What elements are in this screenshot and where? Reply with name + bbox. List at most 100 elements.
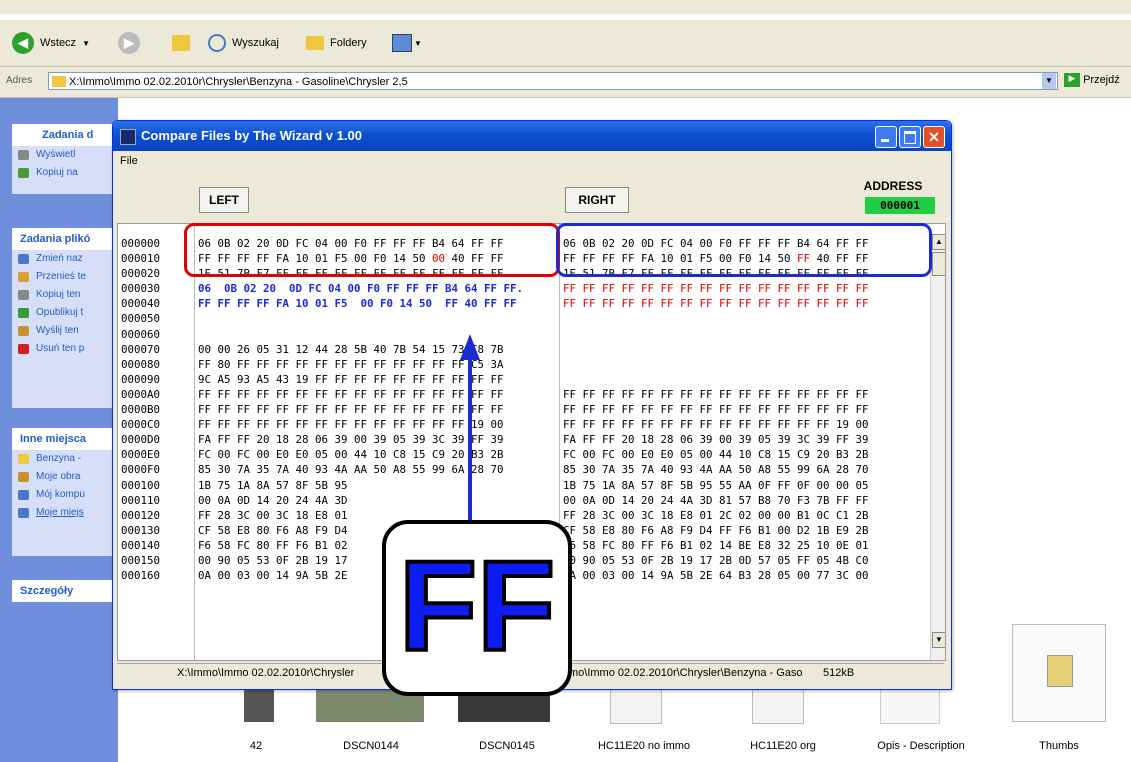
task-item-label: Benzyna - (36, 453, 82, 464)
address-value: X:\Immo\Immo 02.02.2010r\Chrysler\Benzyn… (69, 76, 408, 88)
offset-cell: 0000D0 (121, 433, 161, 447)
right-hex-row: FF FF FF FF FF FF FF FF FF FF FF FF FF F… (563, 403, 869, 417)
task-item[interactable]: Opublikuj t (12, 304, 118, 322)
folders-icon (306, 36, 324, 50)
right-hex-row: 00 0A 0D 14 20 24 4A 3D 81 57 B8 70 F3 7… (563, 493, 869, 507)
left-hex-row (198, 311, 523, 326)
left-hex-row: 06 0B 02 20 0D FC 04 00 F0 FF FF FF B4 6… (198, 282, 524, 296)
right-hex-row: 85 30 7A 35 7A 40 93 4A AA 50 A8 55 99 6… (563, 463, 869, 477)
back-label: Wstecz (40, 37, 77, 49)
address-input[interactable]: X:\Immo\Immo 02.02.2010r\Chrysler\Benzyn… (48, 72, 1058, 90)
offset-cell: 000130 (121, 523, 161, 537)
right-hex-column: 06 0B 02 20 0D FC 04 00 F0 FF FF FF B4 6… (563, 236, 869, 583)
folders-button[interactable]: Foldery (306, 32, 367, 54)
task-item[interactable]: Moje miejs (12, 504, 118, 522)
task-item[interactable]: Przenieś te (12, 268, 118, 286)
offset-cell: 000080 (121, 357, 161, 371)
right-hex-row (563, 342, 869, 357)
arrow-up-icon (460, 334, 480, 534)
task-item[interactable]: Zmień naz (12, 250, 118, 268)
offset-cell: 000160 (121, 569, 161, 583)
offset-cell: 000020 (121, 267, 161, 281)
task-item[interactable]: Benzyna - (12, 450, 118, 468)
tasks-box-3-title: Inne miejsca (12, 428, 118, 450)
search-icon (208, 34, 226, 52)
scroll-up-arrow-icon[interactable]: ▲ (932, 234, 945, 250)
task-item[interactable]: Moje obra (12, 468, 118, 486)
details-box[interactable]: Szczegóły (12, 580, 118, 602)
left-button[interactable]: LEFT (199, 187, 249, 213)
offset-cell: 0000C0 (121, 418, 161, 432)
vertical-scrollbar[interactable]: ▲ ▼ (930, 234, 945, 660)
window-menubar: File (113, 152, 951, 170)
task-pane: Zadania d Wyświetl Kopiuj na Zadania pli… (0, 98, 118, 762)
scroll-thumb[interactable] (932, 252, 945, 276)
up-folder-icon (172, 35, 190, 51)
file-label: Opis - Description (877, 740, 965, 752)
file-label: Thumbs (1039, 740, 1079, 752)
thumbs-db-icon[interactable] (1012, 624, 1106, 722)
offset-cell: 000000 (121, 237, 161, 250)
offset-cell: 000040 (121, 297, 161, 311)
address-label: ADDRESS (863, 179, 923, 193)
tasks-box-3: Inne miejsca Benzyna - Moje obra Mój kom… (12, 428, 118, 556)
task-item[interactable]: Mój kompu (12, 486, 118, 504)
close-icon: ✕ (928, 129, 940, 145)
file-label: HC11E20 org (750, 740, 816, 752)
right-hex-row: 00 90 05 53 0F 2B 19 17 2B 0D 57 05 FF 0… (563, 553, 869, 567)
right-hex-row: FC 00 FC 00 E0 E0 05 00 44 10 C8 15 C9 2… (563, 448, 869, 462)
task-item[interactable]: Wyślij ten (12, 322, 118, 340)
task-item-label: Zmień naz (36, 253, 83, 264)
task-item-label: Wyświetl (36, 149, 76, 160)
offset-cell: 0000F0 (121, 463, 161, 477)
maximize-button[interactable] (899, 126, 921, 148)
back-button[interactable]: ◀ Wstecz ▼ (12, 32, 90, 54)
scroll-down-arrow-icon[interactable]: ▼ (932, 632, 945, 648)
offset-cell: 000010 (121, 252, 161, 266)
views-icon (392, 34, 412, 52)
window-titlebar[interactable]: Compare Files by The Wizard v 1.00 ✕ (113, 121, 951, 151)
right-hex-row: FF FF FF FF FF FF FF FF FF FF FF FF FF F… (563, 297, 869, 311)
tasks-box-2: Zadania plikó Zmień naz Przenieś te Kopi… (12, 228, 118, 408)
go-button[interactable]: ▶ Przejdź (1064, 73, 1120, 87)
right-hex-row (563, 311, 869, 326)
task-item-label: Wyślij ten (36, 325, 79, 336)
task-item-label: Moje miejs (36, 507, 84, 518)
offset-cell: 000060 (121, 327, 161, 341)
left-hex-row: FF FF FF FF FA 10 01 F5 00 F0 14 50 FF 4… (198, 297, 517, 311)
task-item-label: Mój kompu (36, 489, 85, 500)
app-icon (120, 129, 136, 145)
offset-cell: 000100 (121, 478, 161, 492)
address-bar: Adres X:\Immo\Immo 02.02.2010r\Chrysler\… (0, 67, 1131, 98)
ff-callout: FF (382, 520, 572, 696)
file-menu[interactable]: File (120, 155, 138, 167)
right-hex-row (563, 372, 869, 387)
address-dropdown-icon[interactable]: ▼ (1042, 73, 1056, 89)
search-button[interactable]: Wyszukaj (208, 32, 279, 54)
task-item[interactable]: Usuń ten p (12, 340, 118, 358)
right-hex-row: FF FF FF FF FF FF FF FF FF FF FF FF FF F… (563, 282, 869, 296)
up-folder-button[interactable] (172, 32, 190, 54)
task-item[interactable]: Kopiuj ten (12, 286, 118, 304)
forward-button[interactable]: ▶ (118, 32, 140, 54)
tasks-box-2-title: Zadania plikó (12, 228, 118, 250)
offset-cell: 0000A0 (121, 387, 161, 401)
task-item[interactable]: Kopiuj na (12, 164, 118, 182)
go-arrow-icon: ▶ (1064, 73, 1080, 87)
thumbs-file-icon (1047, 655, 1073, 687)
right-hex-row: F6 58 FC 80 FF F6 B1 02 14 BE E8 32 25 1… (563, 538, 869, 552)
folder-icon (52, 76, 66, 87)
explorer-toolbar: ◀ Wstecz ▼ ▶ Wyszukaj Foldery ▼ (0, 20, 1131, 67)
window-title: Compare Files by The Wizard v 1.00 (141, 128, 362, 143)
file-label: HC11E20 no immo (597, 740, 691, 752)
minimize-button[interactable] (875, 126, 897, 148)
views-button[interactable]: ▼ (392, 32, 422, 54)
right-button[interactable]: RIGHT (565, 187, 629, 213)
right-hex-row: FF 28 3C 00 3C 18 E8 01 2C 02 00 00 B1 0… (563, 508, 869, 522)
offset-cell: 0000E0 (121, 448, 161, 462)
close-button[interactable]: ✕ (923, 126, 945, 148)
offset-cell: 000070 (121, 342, 161, 356)
folders-label: Foldery (330, 37, 367, 49)
task-item[interactable]: Wyświetl (12, 146, 118, 164)
right-diff-highlight (556, 223, 932, 277)
